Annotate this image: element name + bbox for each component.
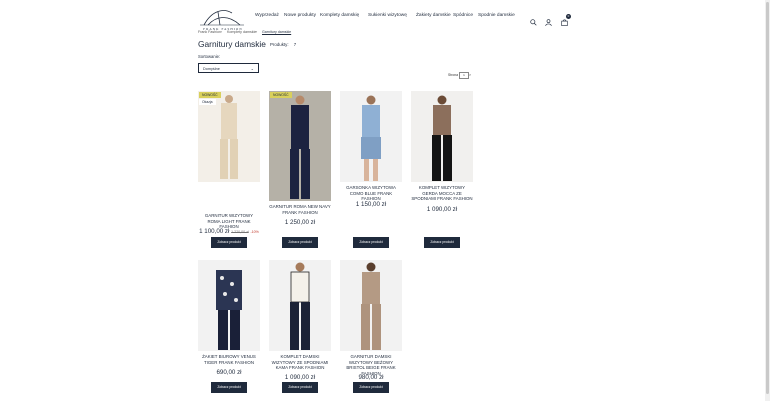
chevron-down-icon[interactable]: ⌄ — [357, 14, 360, 18]
nav-item-sale[interactable]: Wyprzedaż — [255, 13, 279, 18]
nav-item-trousers[interactable]: Spodnie damskie — [478, 13, 515, 18]
view-product-button[interactable]: Zobacz produkt — [211, 237, 247, 248]
nav-item-skirts[interactable]: Spódnice — [453, 13, 473, 18]
page-number-input[interactable]: 1 — [459, 72, 469, 79]
nav-item-dresses[interactable]: Sukienki wizytowe — [368, 13, 407, 18]
product-price-row: 1 100,00 zł 1 220,00 zł -10% — [198, 228, 260, 235]
brand-logo[interactable]: FRANK FASHION — [198, 8, 246, 31]
product-card[interactable]: KOMPLET WIZYTOWY GERDA MOCCA ZE SPODNIAM… — [411, 91, 473, 251]
user-icon[interactable] — [545, 13, 552, 31]
logo-mark-icon — [200, 10, 244, 26]
product-name[interactable]: KOMPLET DAMSKI WIZYTOWY ZE SPODNIAMI KAM… — [269, 354, 331, 371]
view-product-button[interactable]: Zobacz produkt — [353, 237, 389, 248]
search-icon[interactable] — [530, 13, 537, 31]
product-price: 690,00 zł — [216, 369, 242, 376]
product-image[interactable] — [340, 260, 402, 351]
product-card[interactable]: GARNITUR DAMSKI WIZYTOWY BEŻOWY BRISTOL … — [340, 260, 402, 400]
sort-select[interactable]: Domyślne ⌄ — [198, 63, 259, 73]
new-badge: NOWOŚĆ — [199, 92, 221, 98]
view-product-button[interactable]: Zobacz produkt — [282, 382, 318, 393]
product-card[interactable]: NOWOŚĆ Okazja GARNITUR WIZYTOWY ROMA LIG… — [198, 91, 260, 251]
chevron-right-icon: › — [221, 30, 223, 34]
chevron-down-icon[interactable]: ⌄ — [405, 14, 408, 18]
product-card[interactable]: ŻAKIET BIUROWY VENUS TIGER FRANK FASHION… — [198, 260, 260, 400]
product-price: 980,00 zł — [358, 374, 384, 381]
nav-item-jackets[interactable]: Żakiety damskie — [416, 13, 451, 18]
product-name[interactable]: ŻAKIET BIUROWY VENUS TIGER FRANK FASHION — [198, 354, 260, 365]
product-name[interactable]: GARNITUR ROMA NEW NAVY FRANK FASHION — [269, 204, 331, 215]
nav-item-sets[interactable]: Komplety damskie — [320, 13, 359, 18]
product-image[interactable] — [340, 91, 402, 182]
product-image[interactable] — [269, 260, 331, 351]
new-badge: NOWOŚĆ — [270, 92, 292, 98]
product-image[interactable] — [411, 91, 473, 182]
sort-label: Sortowanie: — [198, 54, 221, 59]
nav-item-new[interactable]: Nowe produkty — [284, 13, 316, 18]
view-product-button[interactable]: Zobacz produkt — [424, 237, 460, 248]
product-card[interactable]: NOWOŚĆ GARNITUR ROMA NEW NAVY FRANK FASH… — [269, 91, 331, 251]
product-price: 1 090,00 zł — [284, 374, 316, 381]
product-image[interactable] — [269, 91, 331, 201]
pagination: Strona 1 > — [448, 72, 471, 79]
next-page-button[interactable]: > — [469, 73, 471, 77]
chevron-down-icon: ⌄ — [250, 66, 254, 71]
view-product-button[interactable]: Zobacz produkt — [211, 382, 247, 393]
discount-badge: -10% — [250, 230, 259, 234]
product-price: 1 250,00 zł — [284, 219, 316, 226]
product-count-label: Produkty: — [270, 42, 289, 47]
old-price: 1 220,00 zł — [231, 230, 249, 234]
breadcrumb-current: Garnitury damskie — [262, 30, 292, 34]
product-count: Produkty: 7 — [270, 42, 296, 47]
page-title: Garnitury damskie — [198, 39, 266, 49]
product-card[interactable]: GARSONKA WIZYTOWA COMO BLUE FRANK FASHIO… — [340, 91, 402, 251]
cart-count-badge: 0 — [566, 14, 571, 19]
product-price: 1 150,00 zł — [355, 201, 387, 208]
product-count-value: 7 — [293, 42, 297, 47]
product-price: 1 090,00 zł — [426, 206, 458, 213]
product-price: 1 100,00 zł — [199, 228, 230, 235]
breadcrumb-sets[interactable]: Komplety damskie — [227, 30, 256, 34]
sort-select-value: Domyślne — [203, 67, 220, 71]
view-product-button[interactable]: Zobacz produkt — [353, 382, 389, 393]
deal-badge: Okazja — [199, 99, 216, 105]
chevron-right-icon: › — [256, 30, 258, 34]
scrollbar-thumb[interactable] — [766, 2, 769, 394]
breadcrumb-home[interactable]: Frank Fashion — [198, 30, 221, 34]
product-card[interactable]: KOMPLET DAMSKI WIZYTOWY ZE SPODNIAMI KAM… — [269, 260, 331, 400]
pagination-label: Strona — [448, 73, 458, 77]
view-product-button[interactable]: Zobacz produkt — [282, 237, 318, 248]
product-image[interactable] — [198, 260, 260, 351]
product-name[interactable]: KOMPLET WIZYTOWY GERDA MOCCA ZE SPODNIAM… — [411, 185, 473, 202]
product-name[interactable]: GARSONKA WIZYTOWA COMO BLUE FRANK FASHIO… — [340, 185, 402, 202]
page-scrollbar[interactable] — [765, 0, 770, 401]
